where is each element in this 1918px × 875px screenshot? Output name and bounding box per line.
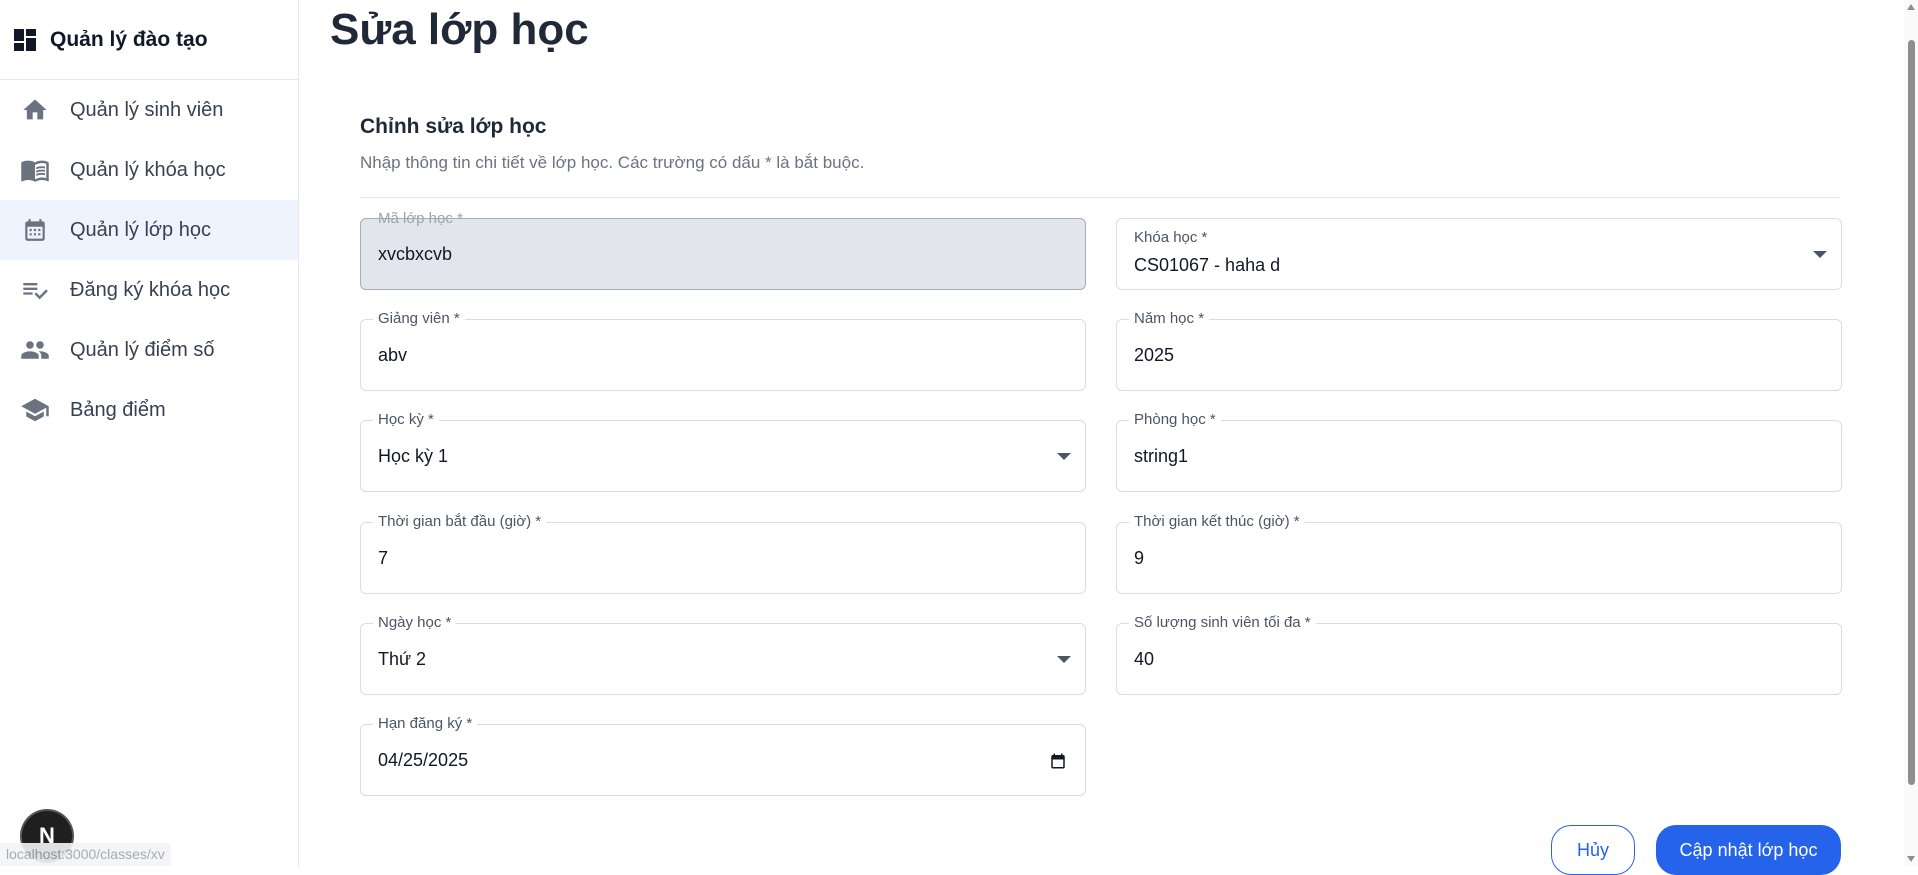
people-icon — [20, 335, 50, 365]
calendar-picker-icon[interactable] — [1049, 752, 1067, 770]
sidebar-item-courses[interactable]: Quản lý khóa học — [0, 140, 298, 200]
day-label: Ngày học * — [373, 614, 457, 632]
end-time-label: Thời gian kết thúc (giờ) * — [1129, 513, 1305, 531]
start-time-label: Thời gian bắt đầu (giờ) * — [373, 513, 547, 531]
lecturer-value: abv — [378, 345, 408, 365]
class-code-value: xvcbxcvb — [378, 244, 453, 264]
max-students-field[interactable]: Số lượng sinh viên tối đa * 40 — [1116, 614, 1842, 695]
app-title: Quản lý đào tạo — [50, 27, 208, 51]
start-time-value: 7 — [378, 548, 389, 568]
day-select[interactable]: Ngày học * Thứ 2 — [360, 614, 1086, 695]
sidebar-nav: Quản lý sinh viên Quản lý khóa học Quản … — [0, 80, 298, 440]
course-label: Khóa học * — [1134, 229, 1208, 246]
deadline-label: Hạn đăng ký * — [373, 715, 478, 733]
room-field[interactable]: Phòng học * string1 — [1116, 411, 1842, 492]
semester-label: Học kỳ * — [373, 411, 439, 429]
sidebar-item-transcript[interactable]: Bảng điểm — [0, 380, 298, 440]
dropdown-arrow-icon — [1057, 656, 1071, 663]
dashboard-icon — [14, 28, 36, 51]
update-class-button[interactable]: Cập nhật lớp học — [1656, 825, 1841, 875]
course-value: CS01067 - haha d — [1134, 255, 1281, 275]
scroll-down-icon[interactable] — [1907, 856, 1915, 862]
sidebar-item-enrollment[interactable]: Đăng ký khóa học — [0, 260, 298, 320]
end-time-value: 9 — [1134, 548, 1145, 568]
year-value: 2025 — [1134, 345, 1175, 365]
room-label: Phòng học * — [1129, 411, 1221, 429]
day-value: Thứ 2 — [378, 649, 427, 669]
semester-value: Học kỳ 1 — [378, 446, 449, 466]
cancel-button[interactable]: Hủy — [1551, 825, 1635, 875]
dropdown-arrow-icon — [1813, 251, 1827, 258]
end-time-field[interactable]: Thời gian kết thúc (giờ) * 9 — [1116, 513, 1842, 594]
school-icon — [20, 395, 50, 425]
scrollbar-thumb[interactable] — [1908, 40, 1915, 785]
dropdown-arrow-icon — [1057, 453, 1071, 460]
book-icon — [20, 155, 50, 185]
sidebar-item-classes[interactable]: Quản lý lớp học — [0, 200, 298, 260]
divider — [360, 197, 1840, 198]
semester-select[interactable]: Học kỳ * Học kỳ 1 — [360, 411, 1086, 492]
form-description: Nhập thông tin chi tiết về lớp học. Các … — [360, 153, 865, 172]
home-icon — [20, 95, 50, 125]
sidebar: Quản lý đào tạo Quản lý sinh viên Quản l… — [0, 0, 299, 866]
sidebar-item-label: Quản lý lớp học — [70, 218, 211, 241]
deadline-value: 04/25/2025 — [378, 750, 469, 770]
status-bar-url: localhost:3000/classes/xv — [0, 843, 171, 866]
sidebar-item-label: Quản lý điểm số — [70, 338, 215, 361]
course-select[interactable]: Khóa học * CS01067 - haha d — [1116, 218, 1842, 290]
page-scrollbar[interactable] — [1904, 0, 1918, 866]
lecturer-field[interactable]: Giảng viên * abv — [360, 310, 1086, 391]
sidebar-item-grades[interactable]: Quản lý điểm số — [0, 320, 298, 380]
sidebar-item-label: Quản lý khóa học — [70, 158, 226, 181]
page-title: Sửa lớp học — [330, 5, 589, 54]
brand[interactable]: Quản lý đào tạo — [0, 0, 298, 80]
deadline-date-field[interactable]: Hạn đăng ký * 04/25/2025 — [360, 715, 1086, 796]
sidebar-item-students[interactable]: Quản lý sinh viên — [0, 80, 298, 140]
class-code-field[interactable]: Mã lớp học * xvcbxcvb — [360, 210, 1086, 290]
sidebar-item-label: Quản lý sinh viên — [70, 98, 224, 121]
class-code-label: Mã lớp học * — [378, 210, 463, 227]
year-label: Năm học * — [1129, 310, 1210, 328]
start-time-field[interactable]: Thời gian bắt đầu (giờ) * 7 — [360, 513, 1086, 594]
scroll-up-icon[interactable] — [1907, 4, 1915, 10]
calendar-icon — [20, 215, 50, 245]
year-field[interactable]: Năm học * 2025 — [1116, 310, 1842, 391]
checklist-icon — [20, 275, 50, 305]
max-students-value: 40 — [1134, 649, 1155, 669]
sidebar-item-label: Bảng điểm — [70, 398, 166, 421]
max-students-label: Số lượng sinh viên tối đa * — [1129, 614, 1316, 632]
lecturer-label: Giảng viên * — [373, 310, 465, 328]
sidebar-item-label: Đăng ký khóa học — [70, 278, 231, 301]
room-value: string1 — [1134, 446, 1189, 466]
form-title: Chỉnh sửa lớp học — [360, 115, 547, 138]
